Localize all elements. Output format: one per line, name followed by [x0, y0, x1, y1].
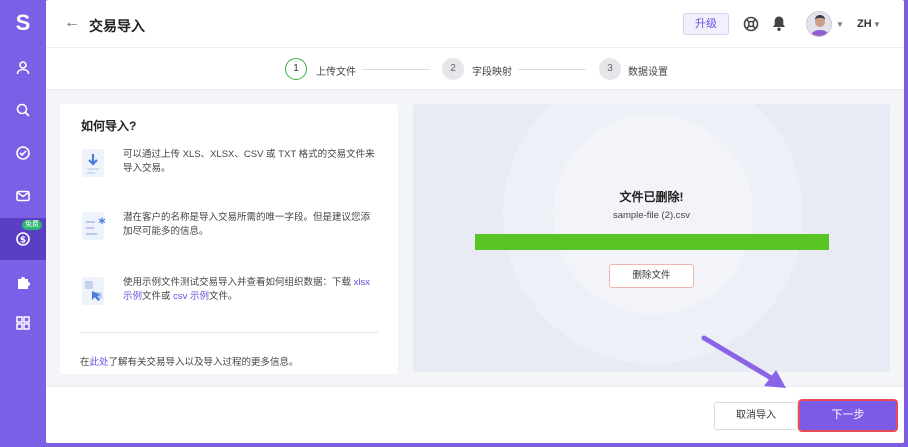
- dollar-icon: $: [16, 232, 30, 246]
- svg-text:$: $: [20, 235, 26, 245]
- back-arrow-icon[interactable]: ←: [64, 15, 80, 31]
- sidebar-item-tasks[interactable]: [0, 133, 46, 173]
- help-footer: 在此处了解有关交易导入以及导入过程的更多信息。: [80, 354, 299, 368]
- step-1-number: 1: [285, 58, 307, 80]
- help-footer-suffix: 了解有关交易导入以及导入过程的更多信息。: [108, 357, 299, 368]
- help-text-sample-files: 使用示例文件测试交易导入并查看如何组织数据：下载 xlsx 示例文件或 csv …: [123, 276, 378, 304]
- help-lifebuoy-icon[interactable]: [743, 16, 759, 32]
- help-title: 如何导入?: [81, 119, 137, 133]
- upload-progress-bar: [475, 234, 829, 250]
- app-logo[interactable]: S: [0, 10, 46, 36]
- main-panel: ← 交易导入 升级 ▼ ZH ▼ 1 上传文件 2 字段映射 3 数据设置 如何…: [46, 0, 904, 443]
- step-connector: [518, 69, 586, 70]
- svg-text:*: *: [98, 216, 106, 232]
- upgrade-button[interactable]: 升级: [683, 13, 729, 35]
- required-field-icon: *: [82, 212, 106, 240]
- step-3-number: 3: [599, 58, 621, 80]
- free-badge: 免费: [22, 220, 42, 230]
- bell-icon[interactable]: [771, 15, 787, 32]
- chevron-down-icon[interactable]: ▼: [873, 20, 881, 29]
- help-text-required-field: 潜在客户的名称是导入交易所需的唯一字段。但是建议您添加尽可能多的信息。: [123, 212, 371, 237]
- sidebar-item-apps[interactable]: [0, 303, 46, 343]
- check-circle-icon: [16, 146, 30, 160]
- help-text-formats: 可以通过上传 XLS、XLSX、CSV 或 TXT 格式的交易文件来导入交易。: [123, 149, 375, 174]
- uploaded-file-name: sample-file (2).csv: [612, 210, 691, 221]
- help-footer-prefix: 在: [80, 357, 90, 368]
- step-3-label: 数据设置: [628, 67, 668, 78]
- divider: [80, 332, 378, 333]
- sidebar-item-contacts[interactable]: [0, 48, 46, 88]
- help-text-sample-suffix: 文件。: [209, 291, 238, 302]
- wizard-footer: 取消导入 下一步: [46, 386, 904, 443]
- upload-dropzone[interactable]: 文件已删除! sample-file (2).csv 删除文件: [413, 104, 890, 372]
- sidebar-item-mail[interactable]: [0, 176, 46, 216]
- upload-status-title: 文件已删除!: [619, 190, 684, 204]
- sidebar-item-integrations[interactable]: [0, 262, 46, 302]
- content-area: 如何导入? 可以通过上传 XLS、XLSX、CSV 或 TXT 格式的交易文件来…: [46, 90, 904, 386]
- person-icon: [16, 61, 30, 75]
- user-avatar[interactable]: [806, 11, 832, 37]
- learn-more-link[interactable]: 此处: [90, 357, 109, 368]
- csv-sample-link[interactable]: csv 示例: [173, 291, 209, 302]
- puzzle-icon: [18, 277, 30, 289]
- cancel-import-button[interactable]: 取消导入: [714, 402, 798, 430]
- grid-icon: [16, 316, 30, 330]
- step-2-label: 字段映射: [472, 67, 512, 78]
- step-2-number: 2: [442, 58, 464, 80]
- help-text-sample-middle: 文件或: [142, 291, 174, 302]
- help-text-sample-prefix: 使用示例文件测试交易导入并查看如何组织数据：下载: [123, 277, 354, 288]
- chevron-down-icon[interactable]: ▼: [836, 20, 844, 29]
- language-selector[interactable]: ZH: [857, 18, 872, 30]
- sidebar-item-deals[interactable]: 免费 $: [0, 218, 46, 260]
- delete-file-button[interactable]: 删除文件: [609, 264, 694, 288]
- mail-icon: [16, 190, 30, 202]
- import-help-card: 如何导入? 可以通过上传 XLS、XLSX、CSV 或 TXT 格式的交易文件来…: [60, 104, 398, 374]
- step-connector: [362, 69, 430, 70]
- search-icon: [16, 103, 30, 117]
- upload-progress-fill: [475, 234, 829, 250]
- step-1-label: 上传文件: [316, 67, 356, 78]
- sidebar: S 免费 $: [0, 0, 46, 447]
- import-stepper: 1 上传文件 2 字段映射 3 数据设置: [46, 48, 904, 90]
- next-step-button[interactable]: 下一步: [798, 399, 898, 432]
- sample-file-icon: [82, 277, 104, 305]
- page-title: 交易导入: [89, 18, 145, 34]
- sidebar-item-search[interactable]: [0, 90, 46, 130]
- file-upload-icon: [82, 149, 104, 177]
- top-bar: ← 交易导入 升级 ▼ ZH ▼: [46, 0, 904, 48]
- avatar-image: [810, 15, 830, 36]
